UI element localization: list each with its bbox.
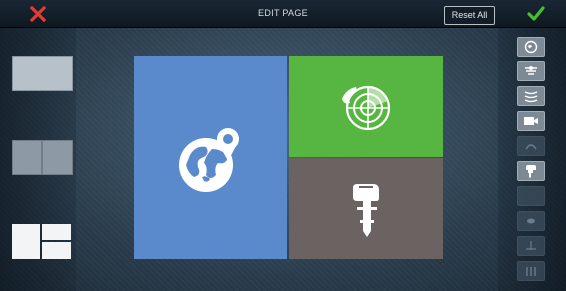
autopilot-icon — [517, 136, 545, 156]
camera-icon[interactable] — [517, 111, 545, 131]
blank-app-icon — [517, 186, 545, 206]
layout-template-three[interactable] — [12, 224, 71, 259]
radar-icon — [342, 85, 391, 131]
radar-sweep-icon[interactable] — [517, 86, 545, 106]
reset-all-button[interactable]: Reset All — [444, 6, 495, 25]
template-cell — [42, 224, 71, 240]
gauges-icon — [517, 261, 545, 281]
chart-globe-icon — [179, 128, 239, 192]
template-cell — [42, 242, 71, 259]
top-bar: EDIT PAGE Reset All — [0, 0, 566, 28]
chart-icon[interactable] — [517, 37, 545, 57]
layout-template-split-right[interactable] — [42, 140, 73, 175]
layout-template-single[interactable] — [12, 56, 73, 91]
template-cell — [12, 224, 40, 259]
layout-template-split-left[interactable] — [12, 140, 42, 175]
chart-pane[interactable] — [134, 56, 287, 259]
engine-icon[interactable] — [517, 161, 545, 181]
checkmark-icon[interactable] — [526, 4, 546, 24]
outboard-engine-icon — [353, 184, 379, 237]
sail-icon — [517, 236, 545, 256]
fish-finder-icon — [517, 211, 545, 231]
sonar-icon[interactable] — [517, 61, 545, 81]
radar-pane[interactable] — [289, 56, 443, 157]
engine-pane[interactable] — [289, 158, 443, 259]
